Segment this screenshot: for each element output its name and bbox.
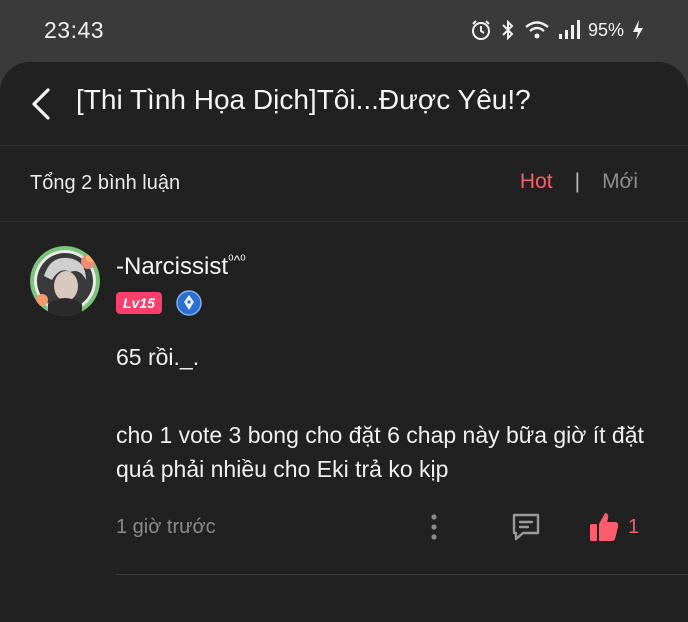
- sort-separator: |: [574, 170, 581, 193]
- reply-icon[interactable]: [510, 512, 542, 542]
- sort-hot-tab[interactable]: Hot: [520, 170, 553, 194]
- comment-text-line2: cho 1 vote 3 bong cho đặt 6 chap này bữa…: [116, 422, 644, 482]
- chevron-left-icon[interactable]: [26, 86, 58, 122]
- like-count: 1: [628, 516, 640, 538]
- comment-text-line1: 65 rồi._.: [116, 344, 200, 370]
- username-suffix: ⁰^⁰: [228, 252, 246, 268]
- comments-sheet: [Thi Tình Họa Dịch]Tôi...Được Yêu!? Tổng…: [0, 62, 688, 622]
- battery-level: 95%: [587, 19, 624, 40]
- header: [Thi Tình Họa Dịch]Tôi...Được Yêu!?: [0, 62, 688, 146]
- page-title: [Thi Tình Họa Dịch]Tôi...Được Yêu!?: [76, 84, 531, 115]
- status-icons: 95%: [470, 17, 644, 43]
- sort-new-tab[interactable]: Mới: [602, 170, 638, 194]
- status-time: 23:43: [44, 17, 105, 43]
- comment-divider: [116, 574, 688, 575]
- comment-time: 1 giờ trước: [116, 516, 216, 538]
- charging-icon: [633, 20, 643, 40]
- comment-count: Tổng 2 bình luận: [30, 172, 181, 194]
- avatar[interactable]: [30, 246, 100, 316]
- bluetooth-icon: [502, 19, 514, 41]
- avatar-image: [30, 246, 100, 316]
- sort-options: Hot | Mới: [520, 170, 638, 194]
- comment-username[interactable]: -Narcissist⁰^⁰: [116, 252, 246, 281]
- comments-bar: Tổng 2 bình luận Hot | Mới: [0, 146, 688, 222]
- status-bar: 23:43 95%: [0, 0, 688, 62]
- pen-badge-icon: [176, 290, 202, 316]
- level-badge: Lv15: [116, 292, 162, 314]
- more-options-icon[interactable]: [424, 512, 444, 542]
- signal-icon: [558, 20, 580, 39]
- comment-footer: 1 giờ trước 1: [0, 510, 688, 550]
- alarm-icon: [471, 20, 490, 40]
- wifi-icon: [525, 21, 549, 39]
- username-text: -Narcissist: [116, 253, 228, 280]
- thumbs-up-icon[interactable]: [588, 510, 620, 544]
- comment-item: -Narcissist⁰^⁰ Lv15 65 rồi._. cho 1 vote…: [0, 222, 688, 582]
